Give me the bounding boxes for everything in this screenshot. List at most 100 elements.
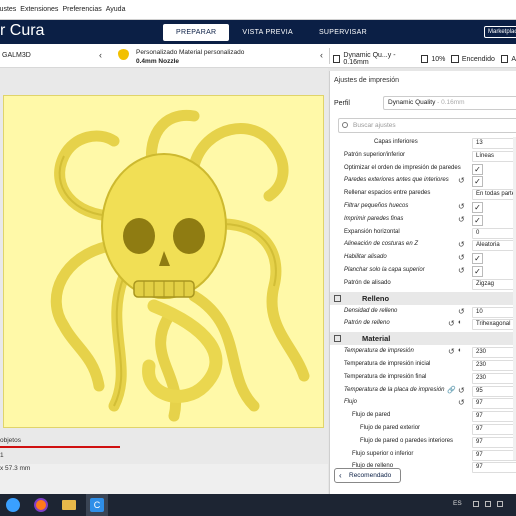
setting-value-field[interactable]: En todas partes xyxy=(472,189,516,201)
settings-list: Capas inferiores 13 Patrón superior/inferi… xyxy=(330,137,516,474)
tab-vista-previa[interactable]: VISTA PREVIA xyxy=(229,24,306,41)
network-icon[interactable] xyxy=(473,501,479,507)
reset-icon[interactable]: ↺ xyxy=(458,240,465,249)
input-language[interactable]: ES xyxy=(453,500,462,507)
reset-icon[interactable]: ↺ xyxy=(458,202,465,211)
object-list-bar xyxy=(0,446,120,448)
reset-icon[interactable]: ↺ xyxy=(458,386,465,395)
profile-icon xyxy=(333,55,341,63)
reset-icon[interactable]: ↺ xyxy=(458,307,465,316)
volume-icon[interactable] xyxy=(485,501,491,507)
explorer-button[interactable] xyxy=(58,494,80,516)
setting-checkbox[interactable]: ✓ xyxy=(472,163,483,175)
setting-value-field[interactable]: Zigzag xyxy=(472,278,516,290)
link-icon[interactable]: 🔗 xyxy=(447,386,456,394)
setting-label: Flujo superior o inferior xyxy=(352,450,414,457)
category-label: Material xyxy=(362,334,391,344)
reset-icon[interactable]: ↺ xyxy=(448,319,455,328)
chevron-left-icon[interactable]: ‹ xyxy=(99,50,102,60)
setting-value-field[interactable]: 97 xyxy=(472,449,516,461)
profile-override-icon[interactable]: ◐ xyxy=(458,319,462,326)
print-settings-summary[interactable]: Dynamic Qu...y - 0.16mm 10% Encendido A xyxy=(333,52,516,66)
extruder-icon xyxy=(118,49,129,60)
reset-icon[interactable]: ↺ xyxy=(458,215,465,224)
setting-value-field[interactable]: 97 xyxy=(472,423,516,435)
firefox-button[interactable] xyxy=(30,494,52,516)
setting-value-field[interactable]: 230 xyxy=(472,347,516,359)
setting-value-field[interactable]: 95 xyxy=(472,385,516,397)
setting-label: Paredes exteriores antes que interiores xyxy=(344,177,449,184)
setting-label: Flujo de pared o paredes interiores xyxy=(360,437,454,444)
setting-value-field[interactable]: 13 xyxy=(472,138,516,149)
setting-value-field[interactable]: 230 xyxy=(472,372,516,384)
setting-row: Temperatura de impresión ↺ ◐ 230 xyxy=(330,346,516,359)
setting-label: Planchar solo la capa superior xyxy=(344,266,425,273)
tab-preparar[interactable]: PREPARAR xyxy=(163,24,230,41)
chevron-left-icon[interactable]: ‹ xyxy=(320,50,323,60)
setting-checkbox[interactable]: ✓ xyxy=(472,201,483,213)
setting-value-field[interactable]: 97 xyxy=(472,411,516,423)
setting-value-field[interactable]: 230 xyxy=(472,359,516,371)
reset-icon[interactable]: ↺ xyxy=(448,347,455,356)
menu-item-ajustes[interactable]: justes xyxy=(0,6,16,13)
reset-icon[interactable]: ↺ xyxy=(458,398,465,407)
nozzle-name[interactable]: 0.4mm Nozzle xyxy=(136,58,179,65)
divider xyxy=(329,48,330,64)
profile-dropdown[interactable]: Dynamic Quality - 0.16mm xyxy=(383,96,516,110)
setting-label: Flujo de pared xyxy=(352,412,391,419)
setting-checkbox[interactable]: ✓ xyxy=(472,214,483,226)
app-header: r Cura PREPARAR VISTA PREVIA SUPERVISAR … xyxy=(0,20,516,44)
setting-checkbox[interactable]: ✓ xyxy=(472,176,483,188)
setting-checkbox[interactable]: ✓ xyxy=(472,265,483,277)
setting-checkbox[interactable]: ✓ xyxy=(472,253,483,265)
setting-value-field[interactable]: Líneas xyxy=(472,150,516,162)
infill-category-icon xyxy=(334,294,341,302)
cura-taskbar-button[interactable]: C xyxy=(86,494,108,516)
setting-label: Temperatura de la placa de impresión xyxy=(344,386,445,393)
reset-icon[interactable]: ↺ xyxy=(458,266,465,275)
reset-icon[interactable]: ↺ xyxy=(458,176,465,185)
object-dimensions: x 57.3 mm xyxy=(0,465,31,472)
setting-value-field[interactable]: 97 xyxy=(472,398,516,410)
setting-row: Alineación de costuras en Z ↺ Aleatoria xyxy=(330,239,516,252)
firefox-icon xyxy=(34,498,48,512)
setting-value-field[interactable]: 97 xyxy=(472,462,516,474)
marketplace-button[interactable]: Marketplace xyxy=(484,26,516,38)
3d-viewport[interactable] xyxy=(0,68,328,494)
menu-item-extensiones[interactable]: Extensiones xyxy=(20,6,58,13)
windows-taskbar: C ES xyxy=(0,494,516,516)
category-material[interactable]: Material xyxy=(330,332,516,346)
start-button[interactable] xyxy=(2,494,24,516)
tab-supervisar[interactable]: SUPERVISAR xyxy=(306,24,380,41)
material-category-icon xyxy=(334,335,341,343)
material-name[interactable]: Personalizado Material personalizado xyxy=(136,49,244,56)
menu-item-preferencias[interactable]: Preferencias xyxy=(62,6,101,13)
menu-bar: justes Extensiones Preferencias Ayuda xyxy=(0,0,516,20)
setting-value-field[interactable]: 10 xyxy=(472,306,516,318)
notification-icon[interactable] xyxy=(497,501,503,507)
setting-row: Optimizar el orden de impresión de pared… xyxy=(330,163,516,176)
profile-summary: Dynamic Qu...y - 0.16mm xyxy=(343,52,396,66)
reset-icon[interactable]: ↺ xyxy=(458,253,465,262)
settings-search-input[interactable]: Buscar ajustes xyxy=(338,118,516,133)
category-label: Relleno xyxy=(362,293,390,303)
printer-selector[interactable]: GALM3D xyxy=(2,52,31,59)
category-relleno[interactable]: Relleno xyxy=(330,291,516,305)
setting-label: Flujo xyxy=(344,399,358,406)
recommended-button[interactable]: ‹ Recomendado xyxy=(334,468,401,483)
setting-value-field[interactable]: Trihexagonal xyxy=(472,319,516,331)
profile-override-icon[interactable]: ◐ xyxy=(458,347,462,354)
setting-label: Rellenar espacios entre paredes xyxy=(344,190,431,197)
status-area xyxy=(0,464,328,494)
skull-octopus-model[interactable] xyxy=(4,96,325,429)
setting-row: Flujo ↺ 97 xyxy=(330,397,516,410)
setting-label: Patrón de alisado xyxy=(344,279,391,286)
setting-value-field[interactable]: 97 xyxy=(472,436,516,448)
setting-value-field[interactable]: 0 xyxy=(472,227,516,239)
setting-row: Planchar solo la capa superior ↺ ✓ xyxy=(330,265,516,278)
setting-value-field[interactable]: Aleatoria xyxy=(472,240,516,252)
profile-label: Perfil xyxy=(334,100,350,107)
setting-row: Expansión horizontal 0 xyxy=(330,227,516,240)
setting-row: Temperatura de impresión inicial 230 xyxy=(330,359,516,372)
menu-item-ayuda[interactable]: Ayuda xyxy=(106,6,126,13)
